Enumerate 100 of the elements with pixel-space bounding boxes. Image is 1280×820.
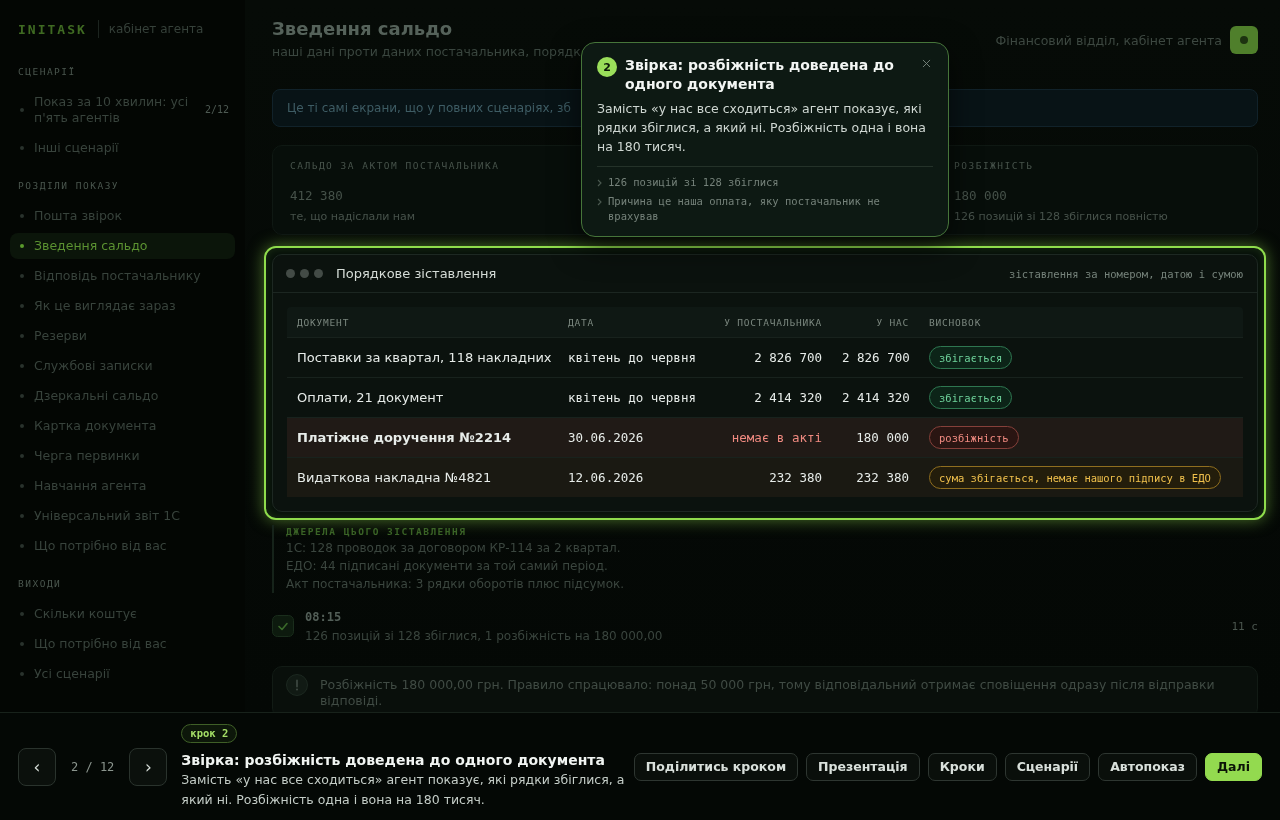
table-cell-text: 232 380: [768, 470, 823, 485]
next-button[interactable]: ›: [129, 747, 168, 786]
status-tag: збігається: [929, 386, 1013, 409]
table-cell-text: 180 000: [855, 430, 910, 445]
action-button[interactable]: Кроки: [927, 752, 997, 781]
column-header: У ПОСТАЧАЛЬНИКА: [723, 316, 823, 328]
card-hint: зіставлення за номером, датою і сумою: [1009, 267, 1243, 280]
action-button[interactable]: Презентація: [806, 752, 920, 781]
source-line: ЕДО: 44 підписані документи за той самий період.: [286, 558, 609, 575]
column-header: ДОКУМЕНТ: [296, 316, 351, 328]
source-line: 1С: 128 проводок за договором КР-114 за 2 квартал.: [286, 540, 622, 557]
sidebar-item[interactable]: Показ за 10 хвилин: усі п'ять агентів 2/12: [10, 89, 235, 131]
avatar-icon[interactable]: [1230, 26, 1258, 54]
section-title: РОЗДІЛИ ПОКАЗУ: [17, 180, 121, 192]
alert-icon: [286, 674, 308, 696]
table-cell-text: немає в акті: [730, 430, 823, 445]
event-time: 08:15: [305, 608, 343, 625]
summary-label: РОЗБІЖНІСТЬ: [954, 160, 1035, 172]
section-title: ВИХОДИ: [17, 578, 63, 590]
action-button[interactable]: Поділитись кроком: [633, 752, 799, 781]
notice-text: Розбіжність 180 000,00 грн. Правило спрацювало: понад 50 000 грн, тому відповідальний отримає сповіщення одразу після відправки відповіді.: [320, 677, 1216, 709]
banner-text: Це ті самі екрани, що у повних сценаріях, зб: [287, 101, 571, 115]
sidebar-item[interactable]: Інші сценарії: [10, 135, 235, 161]
step-title: Звірка: розбіжність доведена до одного документа: [181, 750, 605, 769]
window-dot-icon: [314, 269, 323, 278]
step-tag: крок 2: [181, 723, 238, 743]
event-text: 126 позицій зі 128 збіглися, 1 розбіжність на 180 000,00: [305, 627, 663, 644]
popup-point: Причина це наша оплата, яку постачальник не врахував: [608, 194, 881, 224]
sidebar-item[interactable]: Службові записки: [10, 353, 235, 379]
bullet-icon: [20, 612, 24, 616]
column-header: ВИСНОВОК: [928, 316, 983, 328]
sidebar-item[interactable]: Зведення сальдо: [10, 233, 235, 259]
sidebar-item[interactable]: Що потрібно від вас: [10, 631, 235, 657]
bullet-icon: [20, 424, 24, 428]
bullet-icon: [20, 334, 24, 338]
window-dot-icon: [286, 269, 295, 278]
action-button[interactable]: Автопоказ: [1098, 752, 1197, 781]
progress-count: 2/12: [204, 103, 229, 117]
table-cell-text: 2 414 320: [841, 390, 911, 405]
table-cell-text: квітень до червня: [567, 350, 697, 365]
previous-button[interactable]: ‹: [18, 747, 56, 786]
bullet-icon: [20, 244, 24, 248]
popup-point: 126 позицій зі 128 збіглися: [608, 175, 779, 190]
sidebar-item[interactable]: Усі сценарії: [10, 661, 235, 687]
bullet-icon: [20, 274, 24, 278]
table-cell-text: Платіжне доручення №2214: [296, 430, 513, 445]
sidebar-item[interactable]: Що потрібно від вас: [10, 533, 235, 559]
bullet-icon: [20, 642, 24, 646]
status-tag: розбіжність: [929, 426, 1019, 449]
page-subtitle: наші дані проти даних постачальника, порядк: [272, 44, 581, 60]
sources-title: ДЖЕРЕЛА ЦЬОГО ЗІСТАВЛЕННЯ: [286, 525, 468, 539]
table-cell-text: квітень до червня: [567, 390, 697, 405]
action-button[interactable]: Далі: [1205, 752, 1262, 781]
page-title: Зведення сальдо: [272, 18, 454, 40]
bullet-icon: [20, 544, 24, 548]
check-icon: [272, 615, 294, 637]
step-counter: 2 / 12: [71, 759, 115, 774]
sidebar-item[interactable]: Пошта звірок: [10, 203, 235, 229]
sidebar-item[interactable]: Картка документа: [10, 413, 235, 439]
column-header: ДАТА: [567, 316, 596, 328]
department-label: Фінансовий відділ, кабінет агента: [995, 32, 1222, 48]
table-cell-text: Оплати, 21 документ: [296, 390, 445, 405]
summary-note: те, що надіслали нам: [290, 210, 417, 224]
sidebar-item[interactable]: Скільки коштує: [10, 601, 235, 627]
sidebar-item[interactable]: Універсальний звіт 1С: [10, 503, 235, 529]
sidebar-item[interactable]: Відповідь постачальнику: [10, 263, 235, 289]
summary-label: САЛЬДО ЗА АКТОМ ПОСТАЧАЛЬНИКА: [290, 160, 501, 172]
bullet-icon: [20, 108, 24, 112]
logo-subtitle: кабінет агента: [108, 22, 204, 36]
window-dot-icon: [300, 269, 309, 278]
sidebar-item[interactable]: Черга первинки: [10, 443, 235, 469]
column-header: У НАС: [875, 316, 910, 328]
bullet-icon: [20, 672, 24, 676]
chevron-icon: [597, 197, 602, 206]
bullet-icon: [20, 514, 24, 518]
bullet-icon: [20, 214, 24, 218]
table-cell-text: 12.06.2026: [567, 470, 645, 485]
bullet-icon: [20, 364, 24, 368]
bullet-icon: [20, 454, 24, 458]
sidebar-item[interactable]: Як це виглядає зараз: [10, 293, 235, 319]
table-cell-text: 2 414 320: [753, 390, 823, 405]
table-cell-text: 2 826 700: [753, 350, 823, 365]
sidebar-item[interactable]: Навчання агента: [10, 473, 235, 499]
summary-value: 412 380: [290, 188, 344, 204]
bullet-icon: [20, 146, 24, 150]
sidebar-item[interactable]: Дзеркальні сальдо: [10, 383, 235, 409]
sidebar-item[interactable]: Резерви: [10, 323, 235, 349]
status-tag: збігається: [929, 346, 1013, 369]
card-title: Порядкове зіставлення: [336, 266, 497, 281]
bullet-icon: [20, 484, 24, 488]
status-tag: сума збігається, немає нашого підпису в ЕДО: [929, 466, 1221, 489]
chevron-icon: [597, 178, 602, 187]
source-line: Акт постачальника: 3 рядки оборотів плюс підсумок.: [286, 576, 626, 593]
action-button[interactable]: Сценарії: [1004, 752, 1091, 781]
summary-value: 180 000: [954, 188, 1008, 204]
popup-title: Звірка: розбіжність доведена до одного документа: [625, 56, 895, 94]
close-icon[interactable]: [920, 57, 933, 70]
table-cell-text: 2 826 700: [841, 350, 911, 365]
table-cell-text: 30.06.2026: [567, 430, 645, 445]
event-duration: 11 с: [1231, 619, 1258, 633]
